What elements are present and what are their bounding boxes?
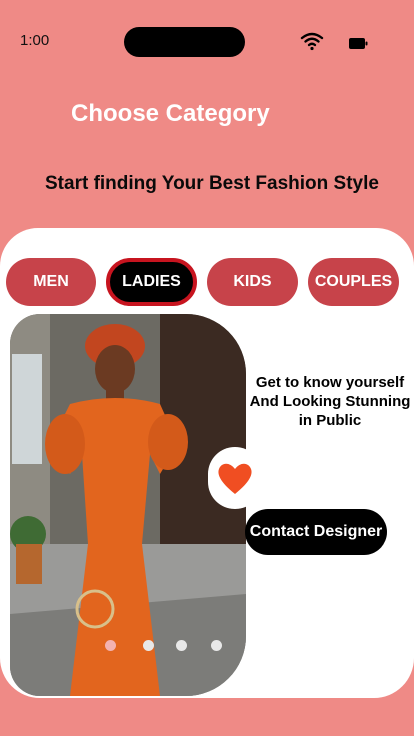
- carousel-dot-1[interactable]: [105, 640, 116, 651]
- tab-kids[interactable]: KIDS: [207, 258, 298, 306]
- contact-designer-button[interactable]: Contact Designer: [245, 509, 387, 555]
- tab-ladies[interactable]: LADIES: [106, 258, 197, 306]
- heart-icon: [218, 463, 252, 494]
- carousel-dot-2[interactable]: [143, 640, 154, 651]
- page-title: Choose Category: [71, 100, 270, 127]
- carousel-dot-4[interactable]: [211, 640, 222, 651]
- category-tabs: MEN LADIES KIDS COUPLES: [0, 258, 414, 306]
- battery-icon: [349, 38, 368, 49]
- wifi-icon: [300, 32, 324, 51]
- fashion-photo[interactable]: [10, 314, 246, 696]
- page-subtitle: Start finding Your Best Fashion Style: [45, 173, 379, 194]
- status-time: 1:00: [20, 32, 50, 49]
- promo-tagline: Get to know yourself And Looking Stunnin…: [249, 374, 411, 429]
- carousel-dot-3[interactable]: [176, 640, 187, 651]
- tab-couples[interactable]: COUPLES: [308, 258, 399, 306]
- favorite-button[interactable]: [208, 447, 262, 509]
- tab-men[interactable]: MEN: [6, 258, 96, 306]
- camera-notch: [124, 27, 245, 57]
